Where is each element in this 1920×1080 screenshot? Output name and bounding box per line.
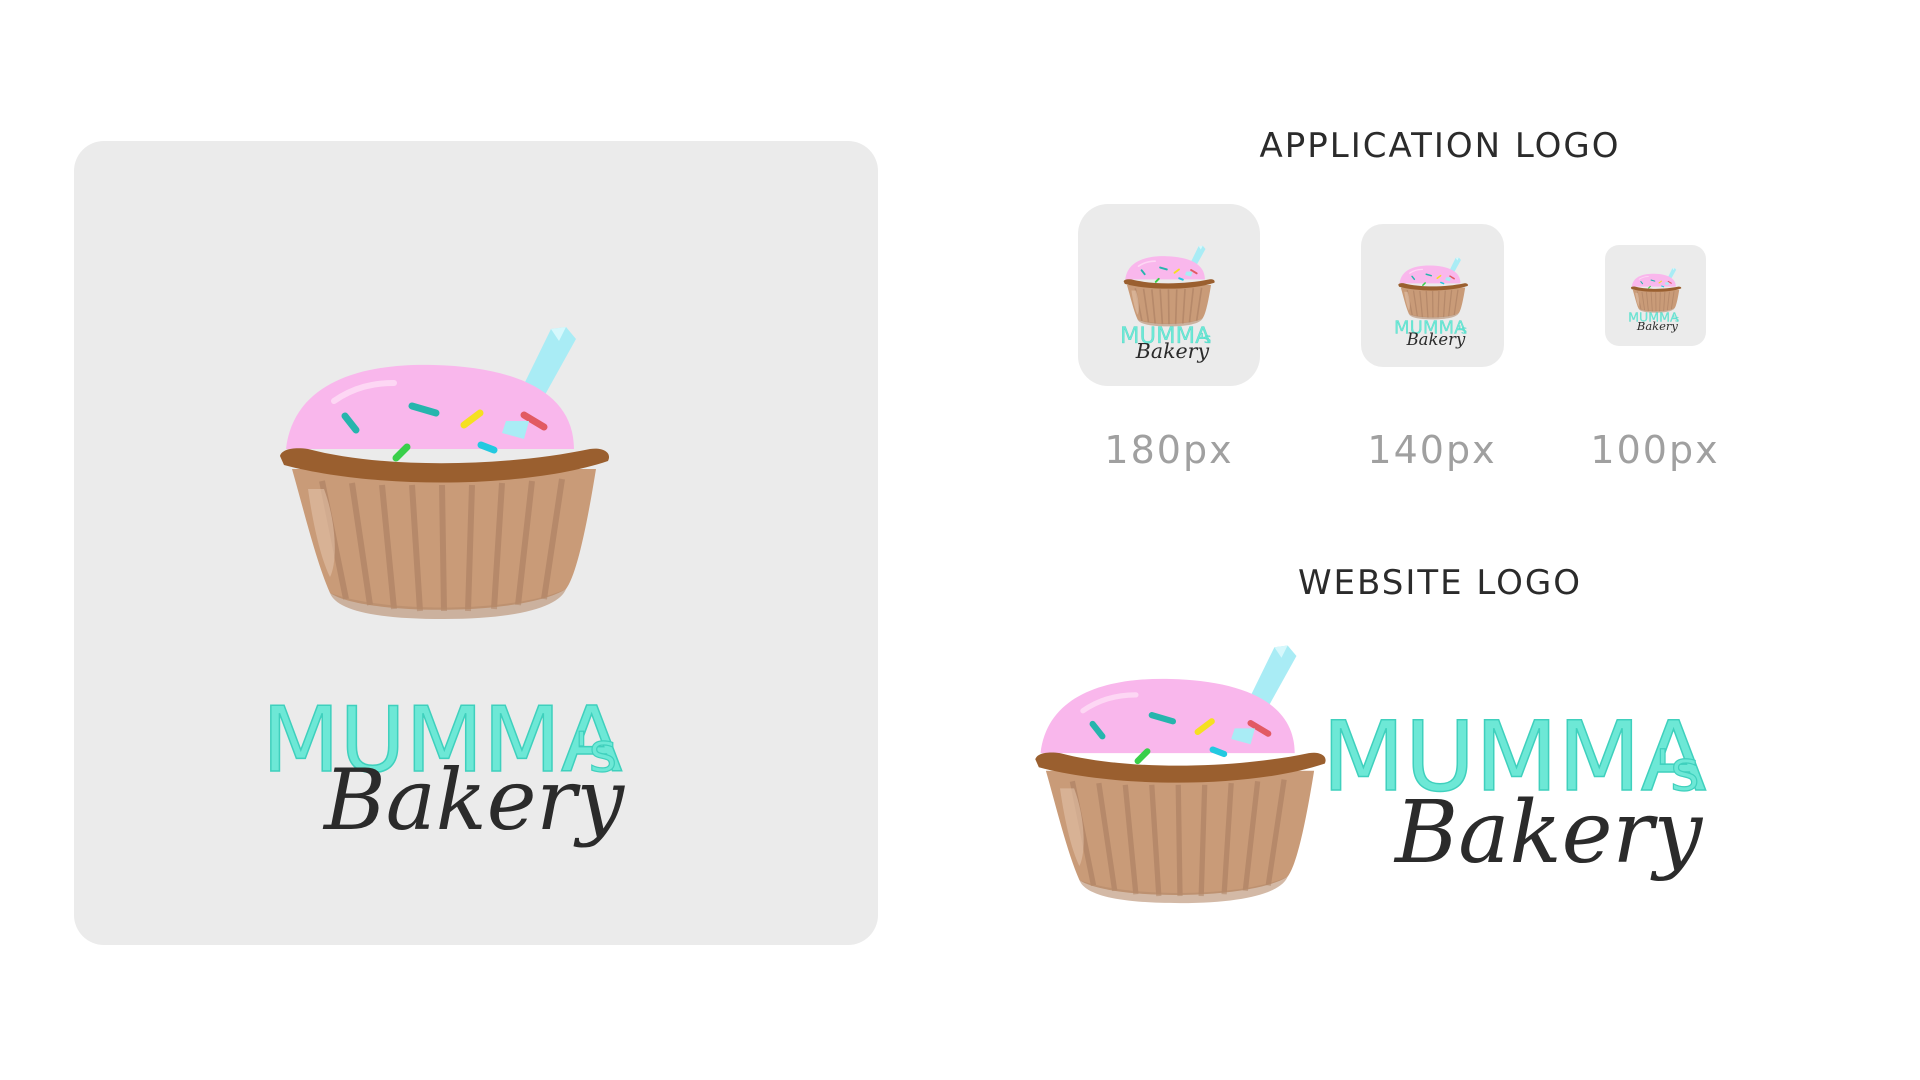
bakery-logo-large: MUMMA 's Bakery <box>261 141 626 849</box>
app-icon-180 <box>1078 204 1260 386</box>
cupcake-icon <box>1035 645 1325 903</box>
cupcake-icon <box>1397 256 1469 320</box>
size-label-100: 100px <box>1590 428 1720 472</box>
logo-script-text: Bakery <box>322 751 626 849</box>
logo-script-text: Bakery <box>1393 783 1704 883</box>
website-logo-heading: WEBSITE LOGO <box>1297 563 1583 603</box>
wordmark-icon <box>1628 311 1680 333</box>
bakery-logo-horizontal: MUMMA 's Bakery <box>1010 630 1707 910</box>
wordmark-icon <box>1394 318 1468 350</box>
size-label-140: 140px <box>1367 428 1497 472</box>
wordmark-icon <box>1120 324 1212 364</box>
cupcake-icon <box>1630 267 1682 313</box>
size-label-180: 180px <box>1104 428 1234 472</box>
app-icon-100 <box>1605 245 1706 346</box>
cupcake-icon <box>280 327 609 619</box>
app-icon-180-logo <box>1120 244 1216 364</box>
app-icon-140 <box>1361 224 1504 367</box>
app-icon-100-logo <box>1628 267 1682 333</box>
application-logo-heading: APPLICATION LOGO <box>1259 126 1621 166</box>
cupcake-icon <box>1122 244 1216 327</box>
app-icon-140-logo <box>1394 256 1469 350</box>
